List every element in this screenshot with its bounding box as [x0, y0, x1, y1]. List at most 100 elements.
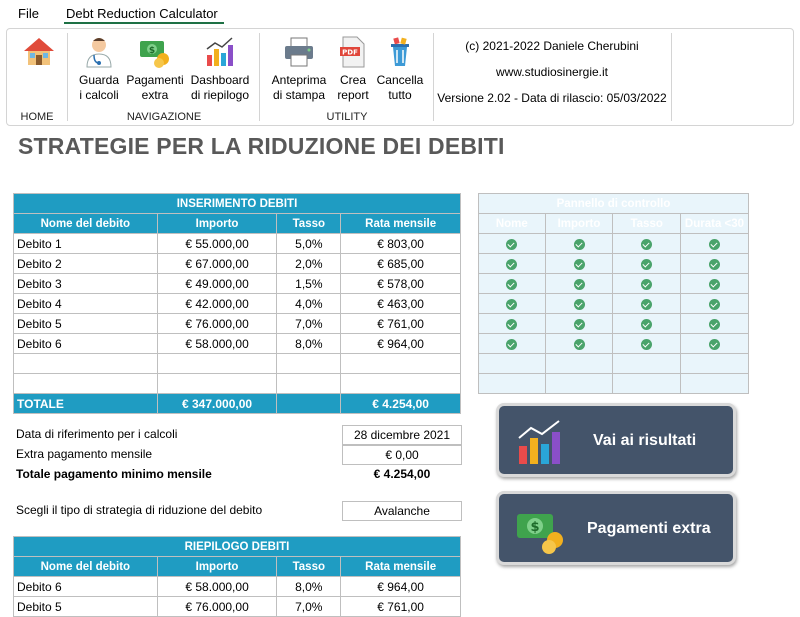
empty-cell[interactable] [276, 353, 342, 374]
version-text: Versione 2.02 - Data di rilascio: 05/03/… [437, 91, 667, 105]
group-label-navigazione: NAVIGAZIONE [126, 111, 202, 123]
website-text: www.studiosinergie.it [495, 65, 609, 79]
debt-rate-cell[interactable]: 4,0% [276, 293, 342, 314]
cancella-label-2: tutto [388, 88, 412, 102]
copyright-text: (c) 2021-2022 Daniele Cherubini [465, 39, 639, 53]
table-row: Debito 1 € 55.000,00 5,0% € 803,00 [13, 233, 461, 254]
tab-debt-reduction-calculator[interactable]: Debt Reduction Calculator [66, 6, 218, 21]
table-row: Debito 6 € 58.000,00 8,0% € 964,00 [13, 333, 461, 354]
svg-text:$: $ [530, 520, 539, 535]
ribbon: HOME Guarda i calcoli $ Pagamenti extra [6, 28, 794, 126]
home-icon [24, 38, 54, 65]
debt-rate-cell: 8,0% [276, 576, 342, 597]
debt-amount-cell[interactable]: € 58.000,00 [156, 333, 278, 354]
debt-amount-cell[interactable]: € 55.000,00 [156, 233, 278, 254]
debt-installment-cell[interactable]: € 761,00 [340, 313, 461, 334]
empty-cell[interactable] [276, 373, 342, 394]
pagamenti-extra-ribbon-button[interactable]: $ Pagamenti extra [125, 35, 185, 103]
debt-name-cell: Debito 6 [13, 576, 158, 597]
debt-name-cell[interactable]: Debito 4 [13, 293, 158, 314]
debt-name-cell[interactable]: Debito 2 [13, 253, 158, 274]
extra-payment-label: Extra pagamento mensile [16, 447, 153, 461]
summary-table-title: RIEPILOGO DEBITI [13, 536, 461, 557]
debt-amount-cell[interactable]: € 67.000,00 [156, 253, 278, 274]
ref-date-label: Data di riferimento per i calcoli [16, 427, 178, 441]
col-header-name: Nome del debito [13, 213, 158, 234]
go-to-results-label: Vai ai risultati [593, 432, 697, 449]
empty-cell[interactable] [156, 353, 278, 374]
control-row [478, 273, 749, 294]
strategy-select[interactable]: Avalanche [342, 501, 462, 521]
debt-rate-cell[interactable]: 1,5% [276, 273, 342, 294]
table-row: Debito 5 € 76.000,00 7,0% € 761,00 [13, 596, 461, 617]
debt-name-cell[interactable]: Debito 5 [13, 313, 158, 334]
crea-report-label-2: report [337, 88, 369, 102]
ref-date-field[interactable]: 28 dicembre 2021 [342, 425, 462, 445]
check-icon [573, 278, 585, 290]
control-row [478, 253, 749, 274]
debt-installment-cell[interactable]: € 578,00 [340, 273, 461, 294]
col-header-amount: Importo [156, 213, 278, 234]
debt-installment-cell[interactable]: € 463,00 [340, 293, 461, 314]
debt-amount-cell[interactable]: € 49.000,00 [156, 273, 278, 294]
table-row: Debito 2 € 67.000,00 2,0% € 685,00 [13, 253, 461, 274]
ctrl-header-name: Nome [478, 213, 546, 234]
trash-icon [391, 37, 409, 66]
debt-rate-cell[interactable]: 7,0% [276, 313, 342, 334]
anteprima-stampa-button[interactable]: Anteprima di stampa [265, 35, 333, 103]
col-header-amount: Importo [156, 556, 278, 577]
group-separator [671, 33, 672, 121]
group-separator [433, 33, 434, 121]
extra-payments-button[interactable]: $ Pagamenti extra [496, 491, 736, 565]
anteprima-label-1: Anteprima [271, 73, 327, 87]
debt-name-cell: Debito 5 [13, 596, 158, 617]
strategy-label: Scegli il tipo di strategia di riduzione… [16, 503, 263, 517]
go-to-results-button[interactable]: Vai ai risultati [496, 403, 736, 477]
empty-cell[interactable] [340, 353, 461, 374]
total-amount: € 347.000,00 [156, 393, 278, 414]
debt-installment-cell[interactable]: € 685,00 [340, 253, 461, 274]
debt-rate-cell[interactable]: 2,0% [276, 253, 342, 274]
check-icon [641, 298, 653, 310]
pagamenti-extra-label-2: extra [141, 88, 169, 102]
empty-cell[interactable] [340, 373, 461, 394]
empty-cell[interactable] [13, 373, 158, 394]
debt-amount-cell[interactable]: € 42.000,00 [156, 293, 278, 314]
empty-cell[interactable] [156, 373, 278, 394]
col-header-installment: Rata mensile [340, 213, 461, 234]
home-button[interactable] [19, 35, 59, 73]
total-label: TOTALE [13, 393, 158, 414]
control-row-empty [478, 373, 749, 394]
chart-icon [206, 37, 233, 66]
check-icon [641, 278, 653, 290]
check-icon [641, 338, 653, 350]
check-icon [641, 238, 653, 250]
extra-payment-field[interactable]: € 0,00 [342, 445, 462, 465]
min-total-label: Totale pagamento minimo mensile [16, 467, 212, 481]
debt-name-cell[interactable]: Debito 1 [13, 233, 158, 254]
debt-rate-cell: 7,0% [276, 596, 342, 617]
min-total-value: € 4.254,00 [373, 467, 431, 481]
check-icon [573, 258, 585, 270]
debt-name-cell[interactable]: Debito 3 [13, 273, 158, 294]
debt-installment-cell: € 761,00 [340, 596, 461, 617]
svg-text:$: $ [149, 46, 155, 56]
menu-file[interactable]: File [18, 6, 39, 21]
ctrl-header-rate: Tasso [612, 213, 681, 234]
extra-payments-label: Pagamenti extra [587, 520, 711, 537]
debt-name-cell[interactable]: Debito 6 [13, 333, 158, 354]
debt-amount-cell[interactable]: € 76.000,00 [156, 313, 278, 334]
debt-installment-cell[interactable]: € 964,00 [340, 333, 461, 354]
guarda-calcoli-button[interactable]: Guarda i calcoli [75, 35, 123, 103]
empty-cell[interactable] [13, 353, 158, 374]
ctrl-header-amount: Importo [544, 213, 614, 234]
check-icon [709, 338, 720, 350]
control-row [478, 333, 749, 354]
cancella-tutto-button[interactable]: Cancella tutto [373, 35, 427, 103]
dashboard-riepilogo-button[interactable]: Dashboard di riepilogo [187, 35, 253, 103]
control-panel-title: Pannello di controllo [478, 193, 749, 214]
debt-rate-cell[interactable]: 5,0% [276, 233, 342, 254]
debt-rate-cell[interactable]: 8,0% [276, 333, 342, 354]
crea-report-button[interactable]: PDF Crea report [335, 35, 371, 103]
debt-installment-cell[interactable]: € 803,00 [340, 233, 461, 254]
